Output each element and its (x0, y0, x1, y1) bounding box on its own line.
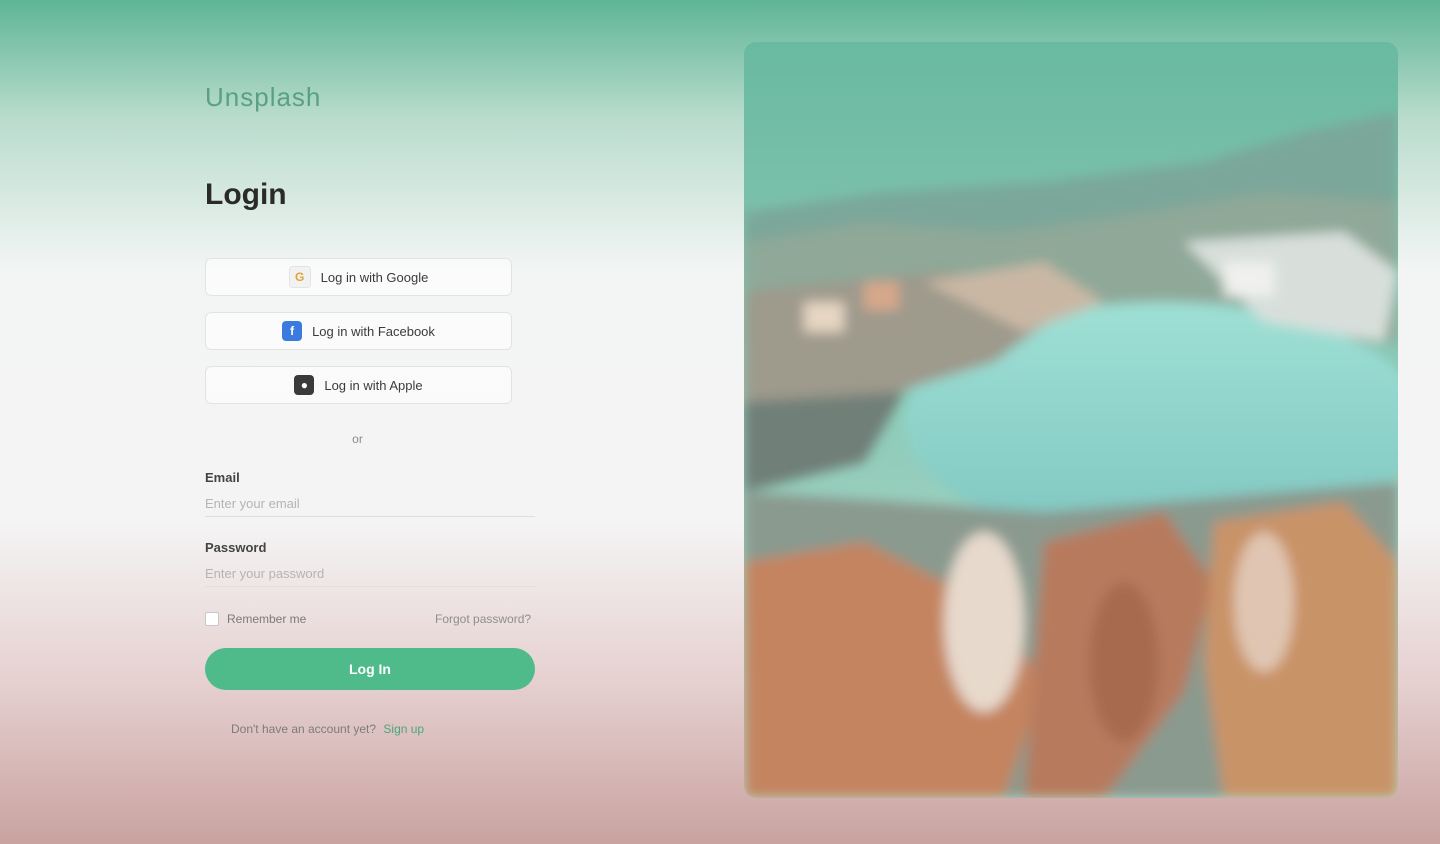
remember-checkbox[interactable] (205, 612, 219, 626)
remember-me[interactable]: Remember me (205, 612, 306, 626)
remember-label: Remember me (227, 612, 307, 626)
coastal-landscape-image (744, 42, 1398, 798)
apple-login-button[interactable]: ● Log in with Apple (205, 366, 512, 404)
password-field[interactable] (205, 560, 535, 587)
facebook-icon: f (282, 321, 303, 341)
page-title: Login (205, 178, 287, 211)
google-login-label: Log in with Google (320, 269, 429, 285)
facebook-login-button[interactable]: f Log in with Facebook (205, 312, 512, 350)
hero-photo (744, 42, 1398, 798)
email-field[interactable] (205, 490, 535, 517)
apple-icon: ● (294, 375, 315, 395)
google-icon: G (288, 266, 311, 288)
facebook-login-label: Log in with Facebook (312, 323, 435, 339)
email-label: Email (205, 470, 240, 485)
apple-login-label: Log in with Apple (324, 377, 423, 393)
signup-link[interactable]: Sign up (383, 722, 424, 736)
login-button[interactable]: Log In (205, 648, 535, 690)
or-divider: or (352, 432, 363, 446)
brand-logo[interactable]: Unsplash (205, 82, 321, 113)
signup-prompt: Don't have an account yet? Sign up (231, 722, 424, 736)
forgot-password-link[interactable]: Forgot password? (435, 612, 531, 626)
signup-prompt-text: Don't have an account yet? (231, 722, 377, 736)
google-login-button[interactable]: G Log in with Google (205, 258, 512, 296)
password-label: Password (205, 540, 267, 555)
